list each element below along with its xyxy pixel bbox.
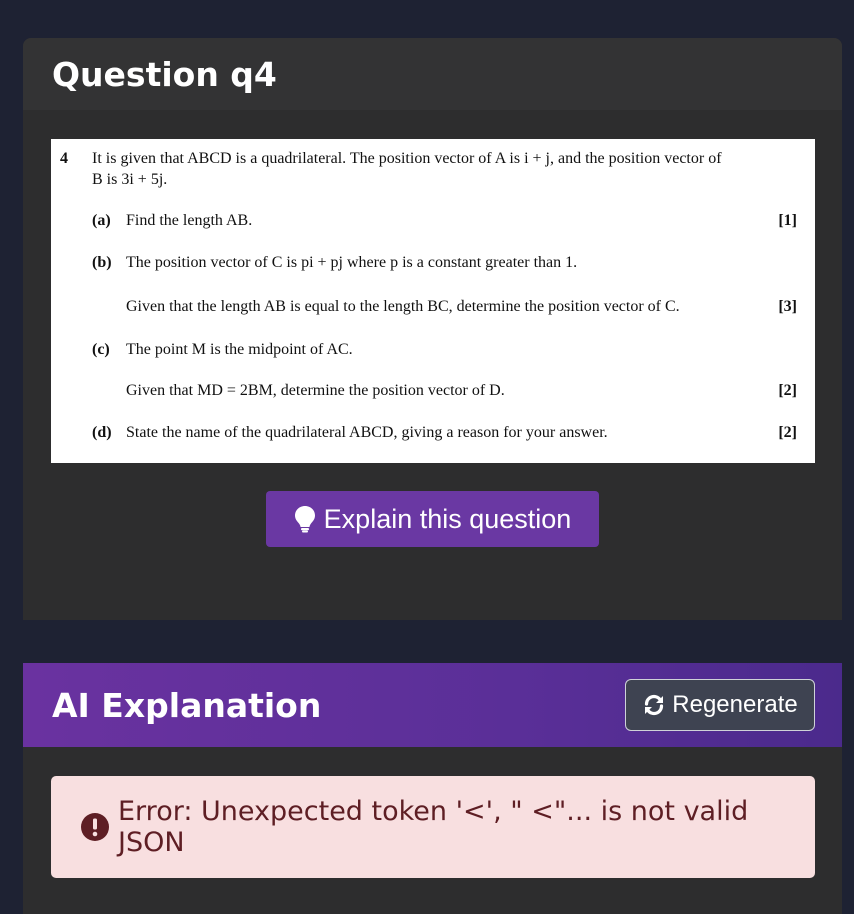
part-c-text2: Given that MD = 2BM, determine the posit…: [126, 382, 505, 399]
part-d-marks: [2]: [778, 424, 797, 441]
part-d-label: (d): [92, 424, 112, 441]
question-card: Question q4 4 It is given that ABCD is a…: [23, 38, 842, 620]
part-a-marks: [1]: [778, 212, 797, 229]
ai-card-title: AI Explanation: [52, 685, 322, 725]
part-a-text: Find the length AB.: [126, 212, 253, 229]
question-image: 4 It is given that ABCD is a quadrilater…: [51, 139, 815, 463]
part-b-text: The position vector of C is pi + pj wher…: [126, 254, 578, 271]
explain-question-button[interactable]: Explain this question: [266, 491, 599, 547]
ai-explanation-card: AI Explanation Regenerate Error: Unexpec…: [23, 663, 842, 914]
regenerate-button[interactable]: Regenerate: [625, 679, 815, 731]
question-number: 4: [60, 150, 68, 167]
sync-icon: [645, 694, 664, 716]
lightbulb-icon: [294, 506, 315, 533]
question-card-header: Question q4: [23, 38, 842, 110]
part-d-text: State the name of the quadrilateral ABCD…: [126, 424, 608, 441]
ai-card-header: AI Explanation Regenerate: [23, 663, 842, 747]
part-a-label: (a): [92, 212, 111, 229]
exclamation-circle-icon: [81, 813, 109, 841]
part-c-text: The point M is the midpoint of AC.: [126, 341, 353, 358]
question-title: Question q4: [52, 54, 277, 94]
question-intro-line2: B is 3i + 5j.: [92, 171, 168, 188]
regenerate-button-label: Regenerate: [672, 691, 798, 718]
error-message: Error: Unexpected token '<', " <"... is …: [118, 796, 749, 858]
part-b-marks: [3]: [778, 298, 797, 315]
part-b-label: (b): [92, 254, 112, 271]
part-b-text2: Given that the length AB is equal to the…: [126, 298, 680, 315]
question-intro-line1: It is given that ABCD is a quadrilateral…: [92, 150, 722, 167]
explain-button-label: Explain this question: [323, 503, 572, 534]
error-alert: Error: Unexpected token '<', " <"... is …: [51, 776, 815, 878]
part-c-marks: [2]: [778, 382, 797, 399]
part-c-label: (c): [92, 341, 110, 358]
